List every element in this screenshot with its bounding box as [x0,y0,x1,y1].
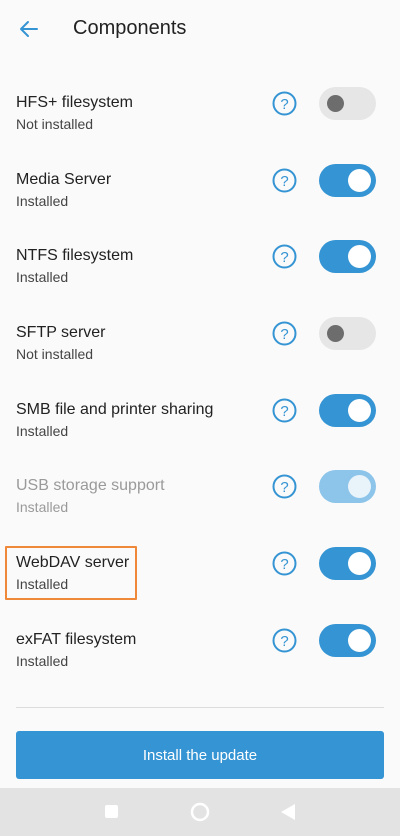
toggle-switch[interactable] [319,623,376,657]
component-name: SFTP server [16,324,106,342]
arrow-left-icon [20,21,38,37]
toggle-switch[interactable] [319,87,376,120]
help-icon[interactable]: ? [272,244,297,269]
toggle-knob [348,552,371,576]
svg-text:?: ? [280,96,288,113]
toggle-knob [327,325,344,343]
svg-text:?: ? [280,479,288,496]
component-text: WebDAV server Installed [16,553,129,594]
toggle-knob [348,245,371,269]
component-status: Not installed [16,346,94,363]
component-row-exfat: exFAT filesystem Installed ? [0,603,400,680]
toggle-switch[interactable] [319,240,376,274]
svg-text:?: ? [280,403,288,420]
component-name: WebDAV server [16,554,130,572]
help-icon[interactable]: ? [272,474,297,499]
home-circle-icon[interactable] [190,802,210,822]
component-status: Not installed [16,116,94,132]
toggle-knob [348,168,371,192]
component-row-smb: SMB file and printer sharing Installed ? [0,373,400,450]
component-text: SMB file and printer sharing Installed [16,400,213,441]
component-row-sftp: SFTP server Not installed ? [0,296,400,373]
svg-text:?: ? [280,556,288,573]
toggle-switch[interactable] [319,547,376,581]
toggle-switch[interactable] [319,317,376,351]
top-app-bar: Components [0,0,400,58]
toggle-switch[interactable] [319,393,376,427]
toggle-knob [348,398,371,422]
help-icon[interactable]: ? [272,321,297,346]
divider [16,707,384,708]
system-nav-bar [0,788,400,836]
component-name: USB storage support [16,477,165,495]
components-list: HFS+ filesystem Not installed ? Media Se… [0,66,400,680]
svg-text:?: ? [280,633,288,650]
page-title: Components [73,17,187,39]
component-status: Installed [16,652,69,669]
help-icon[interactable]: ? [272,168,297,193]
component-row-webdav: WebDAV server Installed ? [0,526,400,603]
toggle-switch[interactable] [319,163,376,197]
component-status: Installed [16,422,69,439]
component-text: NTFS filesystem Installed [16,246,133,287]
component-row-usb-storage: USB storage support Installed ? [0,449,400,526]
component-text: exFAT filesystem Installed [16,630,136,671]
component-text: USB storage support Installed [16,476,165,517]
component-status: Installed [16,269,69,286]
component-row-ntfs: NTFS filesystem Installed ? [0,219,400,296]
toggle-knob [348,475,371,499]
component-text: SFTP server Not installed [16,323,106,364]
component-text: Media Server Installed [16,170,111,211]
back-triangle-icon[interactable] [280,803,296,821]
back-button[interactable] [14,14,44,44]
component-status: Installed [16,576,69,593]
component-name: NTFS filesystem [16,247,134,265]
recent-apps-square-icon[interactable] [105,805,118,818]
help-icon[interactable]: ? [272,628,297,653]
component-status: Installed [16,192,69,209]
toggle-knob [348,628,371,652]
svg-text:?: ? [280,326,288,343]
component-status: Installed [16,499,69,516]
help-icon[interactable]: ? [272,91,297,116]
components-screen: Components HFS+ filesystem Not installed… [0,0,400,836]
component-name: exFAT filesystem [16,630,137,648]
component-name: SMB file and printer sharing [16,400,214,418]
help-icon[interactable]: ? [272,551,297,576]
component-row-media-server: Media Server Installed ? [0,143,400,220]
svg-text:?: ? [280,249,288,266]
toggle-knob [327,95,344,112]
svg-text:?: ? [280,173,288,190]
toggle-switch [319,470,376,504]
component-name: HFS+ filesystem [16,94,133,111]
help-icon[interactable]: ? [272,398,297,423]
component-text: HFS+ filesystem Not installed [16,93,133,134]
component-name: Media Server [16,170,112,188]
component-row-hfs: HFS+ filesystem Not installed ? [0,66,400,143]
install-update-button[interactable]: Install the update [16,731,384,779]
